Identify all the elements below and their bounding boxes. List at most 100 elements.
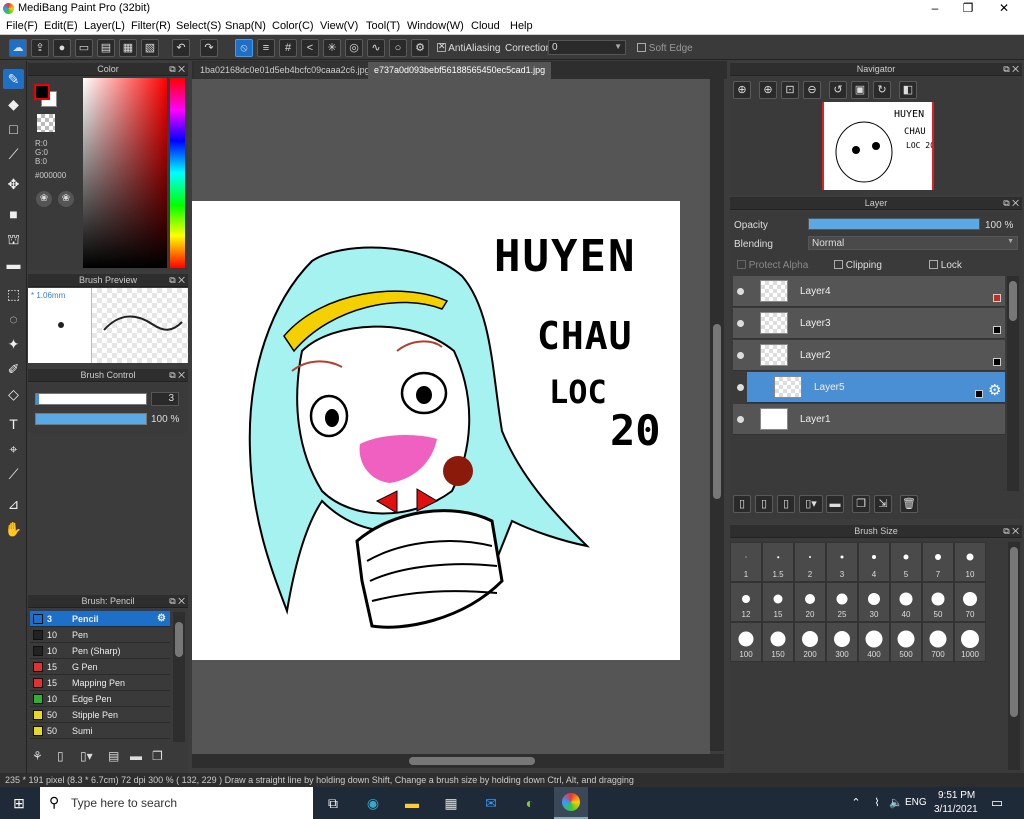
duplicate-icon[interactable]: ❐ [152,749,163,763]
rotate-right-icon[interactable]: ↻ [873,81,891,99]
snap-radial-icon[interactable]: ✳ [323,39,341,57]
brush-item[interactable]: 10 Edge Pen [30,691,170,707]
color-settings-icon[interactable]: ❀ [58,191,74,207]
volume-icon[interactable]: 🔈 [885,793,907,813]
select-rect-tool-icon[interactable]: ⬚ [3,284,24,304]
snap-curve-icon[interactable]: ∿ [367,39,385,57]
brush-size-option[interactable]: 10 [954,542,986,582]
mirror-icon[interactable]: ◧ [899,81,917,99]
menu-tool[interactable]: Tool(T) [366,20,400,32]
select-pen-tool-icon[interactable]: ✐ [3,359,24,379]
brush-list-scrollbar[interactable] [173,612,185,742]
brush-settings-gear-icon[interactable]: ⚙ [157,611,166,627]
brush-size-option[interactable]: 50 [922,582,954,622]
brush-size-option[interactable]: 25 [826,582,858,622]
soft-edge-checkbox[interactable] [637,42,646,52]
brush-size-option[interactable]: 1.5 [762,542,794,582]
menu-help[interactable]: Help [510,20,533,32]
move-tool-icon[interactable]: ✥ [3,174,24,194]
maximize-button[interactable]: ❐ [951,0,985,17]
brush-size-value[interactable]: 3 [151,392,179,406]
navigator-preview[interactable]: HUYEN CHAU LOC 20 [822,102,935,190]
close-button[interactable]: ✕ [987,0,1021,17]
language-indicator[interactable]: ENG [905,797,927,808]
menu-cloud[interactable]: Cloud [471,20,500,32]
rotate-left-icon[interactable]: ↺ [829,81,847,99]
menu-snap[interactable]: Snap(N) [225,20,266,32]
undo-icon[interactable]: ↶ [172,39,190,57]
new-layer-1bit-icon[interactable]: ▯ [777,495,795,513]
brush-size-option[interactable]: 12 [730,582,762,622]
snap-perspective-icon[interactable]: < [301,39,319,57]
visibility-eye-icon[interactable] [737,416,744,423]
hue-slider[interactable] [170,78,185,268]
brush-item[interactable]: 50 Stipple Pen [30,707,170,723]
panel-close-icon[interactable]: ⧉ ✕ [169,274,185,287]
brush-size-option[interactable]: 500 [890,622,922,662]
minimize-button[interactable]: – [918,0,952,17]
brush-item[interactable]: 15 G Pen [30,659,170,675]
hand-tool-icon[interactable]: ✋ [3,519,24,539]
panel-icon[interactable]: ▦ [119,39,137,57]
brush-opacity-slider[interactable] [35,413,147,425]
bucket-tool-icon[interactable]: ⛫ [3,229,24,249]
clipping-checkbox[interactable] [834,259,843,269]
primary-color-swatch[interactable] [34,84,50,100]
menu-window[interactable]: Window(W) [407,20,464,32]
layer-row[interactable]: Layer2 [733,340,1005,371]
line-tool-icon[interactable]: ⟋ [3,144,24,164]
zoom-actual-icon[interactable]: ⊡ [781,81,799,99]
brush-size-option[interactable]: 40 [890,582,922,622]
menu-view[interactable]: View(V) [320,20,358,32]
zoom-fit-icon[interactable]: ⊕ [733,81,751,99]
protect-alpha-checkbox[interactable] [737,259,746,269]
panel-close-icon[interactable]: ⧉ ✕ [1003,63,1019,76]
operation-tool-icon[interactable]: ⌖ [3,439,24,459]
visibility-eye-icon[interactable] [737,288,744,295]
tab-document-1[interactable]: 1ba02168dc0e01d5eb4bcfc09caaa2c6.jpg [194,62,376,79]
brush-size-option[interactable]: 15 [762,582,794,622]
grid-tool-icon[interactable]: ▧ [141,39,159,57]
flip-icon[interactable]: ▣ [851,81,869,99]
snap-grid-icon[interactable]: # [279,39,297,57]
notification-icon[interactable]: ▭ [986,793,1008,813]
layer-list-scrollbar[interactable] [1007,276,1019,491]
layer-row[interactable]: Layer4 [733,276,1005,307]
brush-size-option[interactable]: 150 [762,622,794,662]
lasso-tool-icon[interactable]: ◌ [3,309,24,329]
lock-checkbox[interactable] [929,259,938,269]
panel-close-icon[interactable]: ⧉ ✕ [169,369,185,382]
brush-size-option[interactable]: 3 [826,542,858,582]
snap-circle-icon[interactable]: ◎ [345,39,363,57]
visibility-eye-icon[interactable] [737,320,744,327]
brush-size-scrollbar[interactable] [1008,542,1020,770]
brush-size-option[interactable]: 5 [890,542,922,582]
medibang-taskbar-button[interactable] [554,787,588,819]
select-eraser-tool-icon[interactable]: ◇ [3,384,24,404]
add-layer-menu-icon[interactable]: ▯▾ [799,495,823,513]
cloud-icon[interactable]: ☁ [9,39,27,57]
snap-settings-icon[interactable]: ⚙ [411,39,429,57]
app-icon[interactable]: ◐ [519,793,541,813]
edge-browser-icon[interactable]: ◉ [362,793,384,813]
folder-icon[interactable]: ▬ [130,749,142,763]
canvas-vertical-scrollbar[interactable] [710,79,724,751]
brush-item[interactable]: 50 Sumi [30,723,170,739]
chevron-up-icon[interactable]: ⌃ [845,793,867,813]
snap-off-icon[interactable]: ⦸ [235,39,253,57]
brush-size-option[interactable]: 200 [794,622,826,662]
new-layer-icon[interactable]: ▯ [733,495,751,513]
brush-size-option[interactable]: 20 [794,582,826,622]
snap-parallel-icon[interactable]: ≡ [257,39,275,57]
gradient-tool-icon[interactable]: ▬ [3,254,24,274]
brush-size-option[interactable]: 400 [858,622,890,662]
brush-size-option[interactable]: 300 [826,622,858,662]
brush-tool-icon[interactable]: ✎ [3,69,24,89]
fill-rect-tool-icon[interactable]: ■ [3,204,24,224]
text-tool-icon[interactable]: T [3,414,24,434]
brush-doc-icon[interactable]: ▤ [108,749,119,763]
document-icon[interactable]: ▤ [97,39,115,57]
panel-close-icon[interactable]: ⧉ ✕ [169,63,185,76]
tab-document-2[interactable]: e737a0d093bebf56188565450ec5cad1.jpg [368,62,552,79]
menu-select[interactable]: Select(S) [176,20,221,32]
